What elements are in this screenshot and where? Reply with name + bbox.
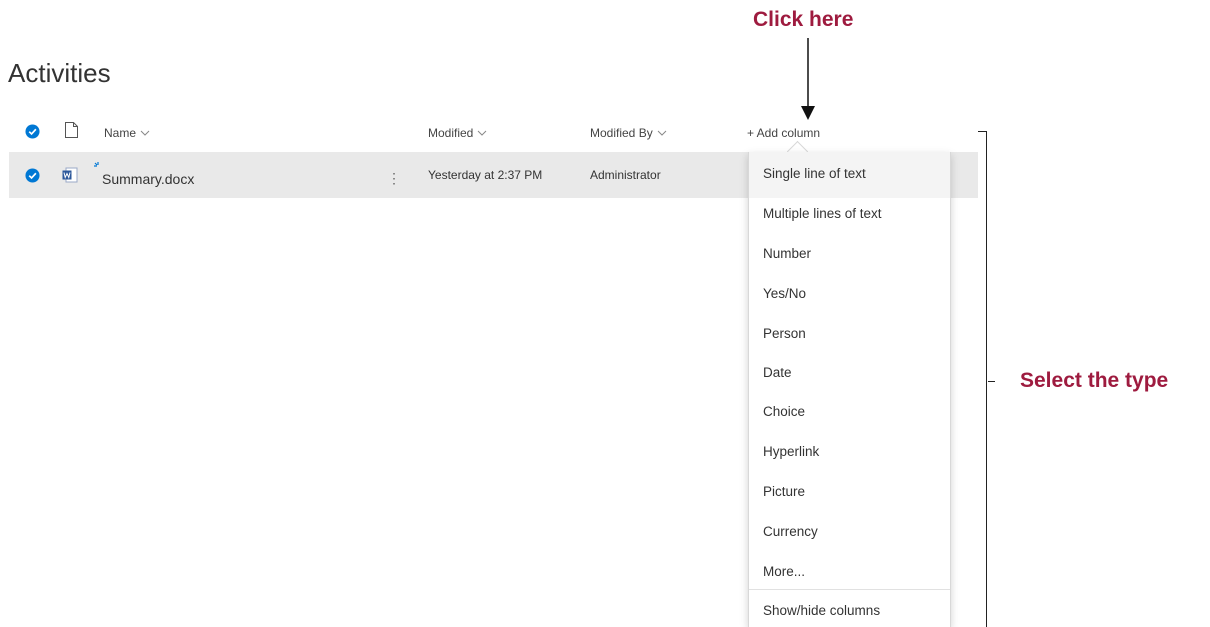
menu-item-picture[interactable]: Picture bbox=[763, 484, 805, 499]
menu-item-yes-no[interactable]: Yes/No bbox=[763, 286, 806, 301]
click-here-callout: Click here bbox=[753, 8, 854, 31]
page-title: Activities bbox=[8, 58, 111, 88]
bracket-tick bbox=[988, 381, 995, 382]
menu-item-single-line-text[interactable]: Single line of text bbox=[763, 166, 866, 181]
column-header-modified-by-label: Modified By bbox=[590, 126, 653, 140]
menu-item-choice[interactable]: Choice bbox=[763, 404, 805, 419]
menu-item-person[interactable]: Person bbox=[763, 326, 806, 341]
chevron-down-icon bbox=[478, 130, 487, 136]
menu-item-number[interactable]: Number bbox=[763, 246, 811, 261]
document-icon bbox=[65, 122, 78, 143]
callout-arrow bbox=[801, 38, 815, 120]
menu-divider bbox=[749, 589, 950, 590]
menu-item-multiple-lines-text[interactable]: Multiple lines of text bbox=[763, 206, 882, 221]
column-header-modified-label: Modified bbox=[428, 126, 474, 140]
chevron-down-icon bbox=[657, 130, 667, 136]
select-all-check-icon[interactable] bbox=[25, 124, 40, 144]
menu-item-hyperlink[interactable]: Hyperlink bbox=[763, 444, 819, 459]
add-column-button[interactable]: + Add column bbox=[747, 126, 820, 140]
menu-item-more[interactable]: More... bbox=[763, 564, 805, 579]
bracket-line bbox=[986, 131, 987, 627]
menu-item-currency[interactable]: Currency bbox=[763, 524, 818, 539]
chevron-down-icon bbox=[140, 130, 150, 136]
column-header-name-label: Name bbox=[104, 126, 137, 140]
file-name-link[interactable]: Summary.docx bbox=[102, 171, 194, 187]
add-column-label: + Add column bbox=[747, 126, 821, 140]
file-modified-by: Administrator bbox=[590, 168, 661, 182]
more-actions-icon[interactable]: ⋮ bbox=[387, 170, 401, 187]
column-header-name[interactable]: Name bbox=[104, 126, 150, 140]
select-type-callout: Select the type bbox=[1020, 369, 1169, 392]
column-header-modified[interactable]: Modified bbox=[428, 126, 487, 140]
add-column-menu: Single line of text Multiple lines of te… bbox=[748, 152, 951, 627]
file-modified: Yesterday at 2:37 PM bbox=[428, 168, 543, 182]
row-check-icon[interactable] bbox=[25, 168, 40, 188]
menu-item-date[interactable]: Date bbox=[763, 365, 792, 380]
menu-item-show-hide-columns[interactable]: Show/hide columns bbox=[763, 603, 880, 618]
column-header-modified-by[interactable]: Modified By bbox=[590, 126, 667, 140]
word-doc-icon bbox=[62, 167, 78, 188]
